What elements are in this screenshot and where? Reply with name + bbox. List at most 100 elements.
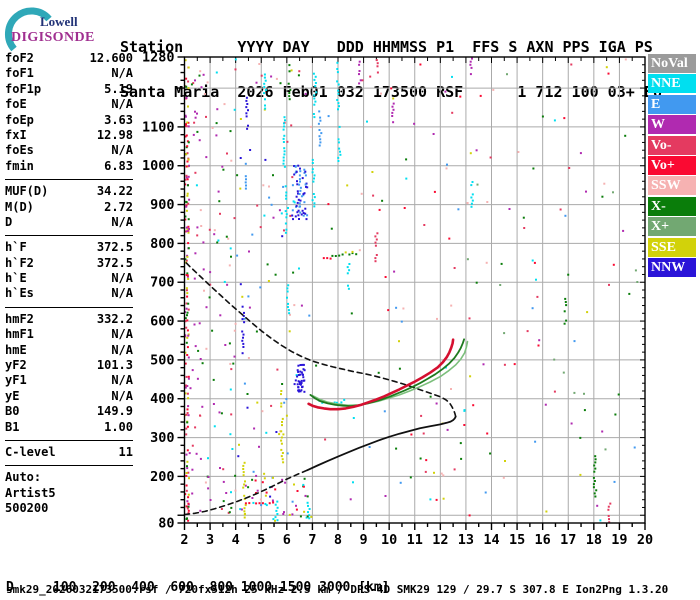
noise-dot	[390, 87, 393, 90]
noise-dot	[293, 383, 296, 386]
noise-dot	[228, 342, 231, 345]
x-axis-label: 18	[586, 532, 602, 548]
noise-dot	[187, 141, 190, 144]
legend-item-w: W	[648, 115, 696, 135]
noise-dot	[186, 329, 189, 332]
noise-dot	[307, 504, 309, 507]
noise-dot	[230, 491, 232, 494]
noise-dot	[446, 163, 448, 166]
noise-dot	[185, 307, 188, 310]
noise-dot	[448, 237, 451, 240]
noise-dot	[244, 480, 246, 483]
noise-dot	[545, 510, 548, 513]
noise-dot	[223, 280, 226, 283]
noise-dot	[291, 209, 294, 212]
noise-dot	[283, 147, 286, 150]
noise-dot	[445, 167, 448, 170]
noise-dot	[442, 474, 445, 477]
noise-dot	[288, 98, 291, 101]
parameter-label: foF1p	[5, 81, 42, 96]
noise-dot	[246, 103, 249, 105]
noise-dot	[219, 212, 221, 215]
noise-dot	[185, 453, 188, 456]
noise-dot	[186, 314, 188, 317]
noise-dot	[295, 170, 298, 173]
noise-dot	[290, 69, 293, 72]
noise-dot	[187, 493, 190, 496]
noise-dot	[303, 390, 306, 393]
noise-dot	[191, 369, 194, 372]
noise-dot	[256, 401, 259, 404]
noise-dot	[634, 269, 637, 272]
noise-dot	[194, 345, 197, 348]
noise-dot	[186, 421, 189, 424]
noise-dot	[252, 501, 255, 504]
noise-dot	[570, 63, 573, 66]
noise-dot	[209, 271, 212, 274]
parameter-label: B1	[5, 419, 20, 434]
noise-dot	[304, 183, 307, 186]
noise-dot	[376, 71, 379, 74]
noise-dot	[293, 304, 296, 307]
noise-dot	[492, 88, 495, 91]
noise-dot	[185, 96, 188, 99]
noise-dot	[311, 168, 314, 171]
noise-dot	[314, 75, 317, 78]
noise-dot	[192, 133, 195, 136]
noise-dot	[393, 270, 396, 273]
noise-dot	[197, 349, 200, 352]
noise-dot	[286, 452, 289, 455]
noise-dot	[259, 498, 262, 501]
noise-dot	[239, 283, 242, 286]
noise-dot	[187, 377, 190, 380]
noise-dot	[583, 409, 586, 412]
noise-dot	[186, 295, 189, 298]
ionogram-app: Lowell DIGISONDE Station YYYY DAY DDD HH…	[0, 0, 700, 600]
noise-dot	[281, 383, 284, 385]
noise-dot	[194, 171, 197, 174]
noise-dot	[186, 465, 188, 468]
noise-dot	[292, 200, 295, 203]
parameter-value: 101.3	[96, 358, 133, 373]
noise-dot	[185, 200, 188, 203]
noise-dot	[429, 395, 432, 398]
noise-dot	[199, 209, 202, 212]
noise-dot	[470, 66, 473, 69]
profile-true-height	[306, 415, 457, 472]
parameter-label: hmF2	[5, 311, 34, 326]
noise-dot	[260, 74, 263, 77]
legend-item-nne: NNE	[648, 74, 696, 94]
noise-dot	[400, 320, 403, 323]
noise-dot	[303, 192, 306, 195]
noise-dot	[241, 339, 244, 342]
noise-dot	[347, 287, 350, 290]
x-axis-label: 15	[509, 532, 525, 548]
noise-dot	[247, 357, 250, 359]
noise-dot	[533, 261, 536, 264]
noise-dot	[517, 151, 520, 153]
noise-dot	[268, 502, 271, 505]
noise-dot	[472, 404, 475, 407]
y-axis-label: 1100	[142, 119, 175, 135]
noise-dot	[259, 226, 262, 229]
noise-dot	[242, 468, 245, 470]
noise-dot	[592, 483, 595, 486]
noise-dot	[466, 258, 469, 261]
noise-dot	[281, 424, 283, 427]
noise-dot	[336, 80, 339, 83]
noise-dot	[536, 295, 539, 298]
parameter-value: N/A	[111, 342, 133, 357]
noise-dot	[306, 501, 309, 504]
noise-dot	[318, 129, 321, 131]
noise-dot	[243, 382, 246, 385]
noise-dot	[376, 232, 379, 235]
parameter-value: N/A	[111, 97, 133, 112]
noise-dot	[205, 347, 208, 350]
noise-dot	[622, 229, 625, 232]
noise-dot	[360, 192, 363, 195]
noise-dot	[296, 183, 299, 186]
noise-dot	[274, 503, 277, 506]
noise-dot	[222, 500, 225, 503]
noise-dot	[288, 92, 291, 94]
parameter-row: MUF(D) 34.22	[5, 184, 133, 199]
